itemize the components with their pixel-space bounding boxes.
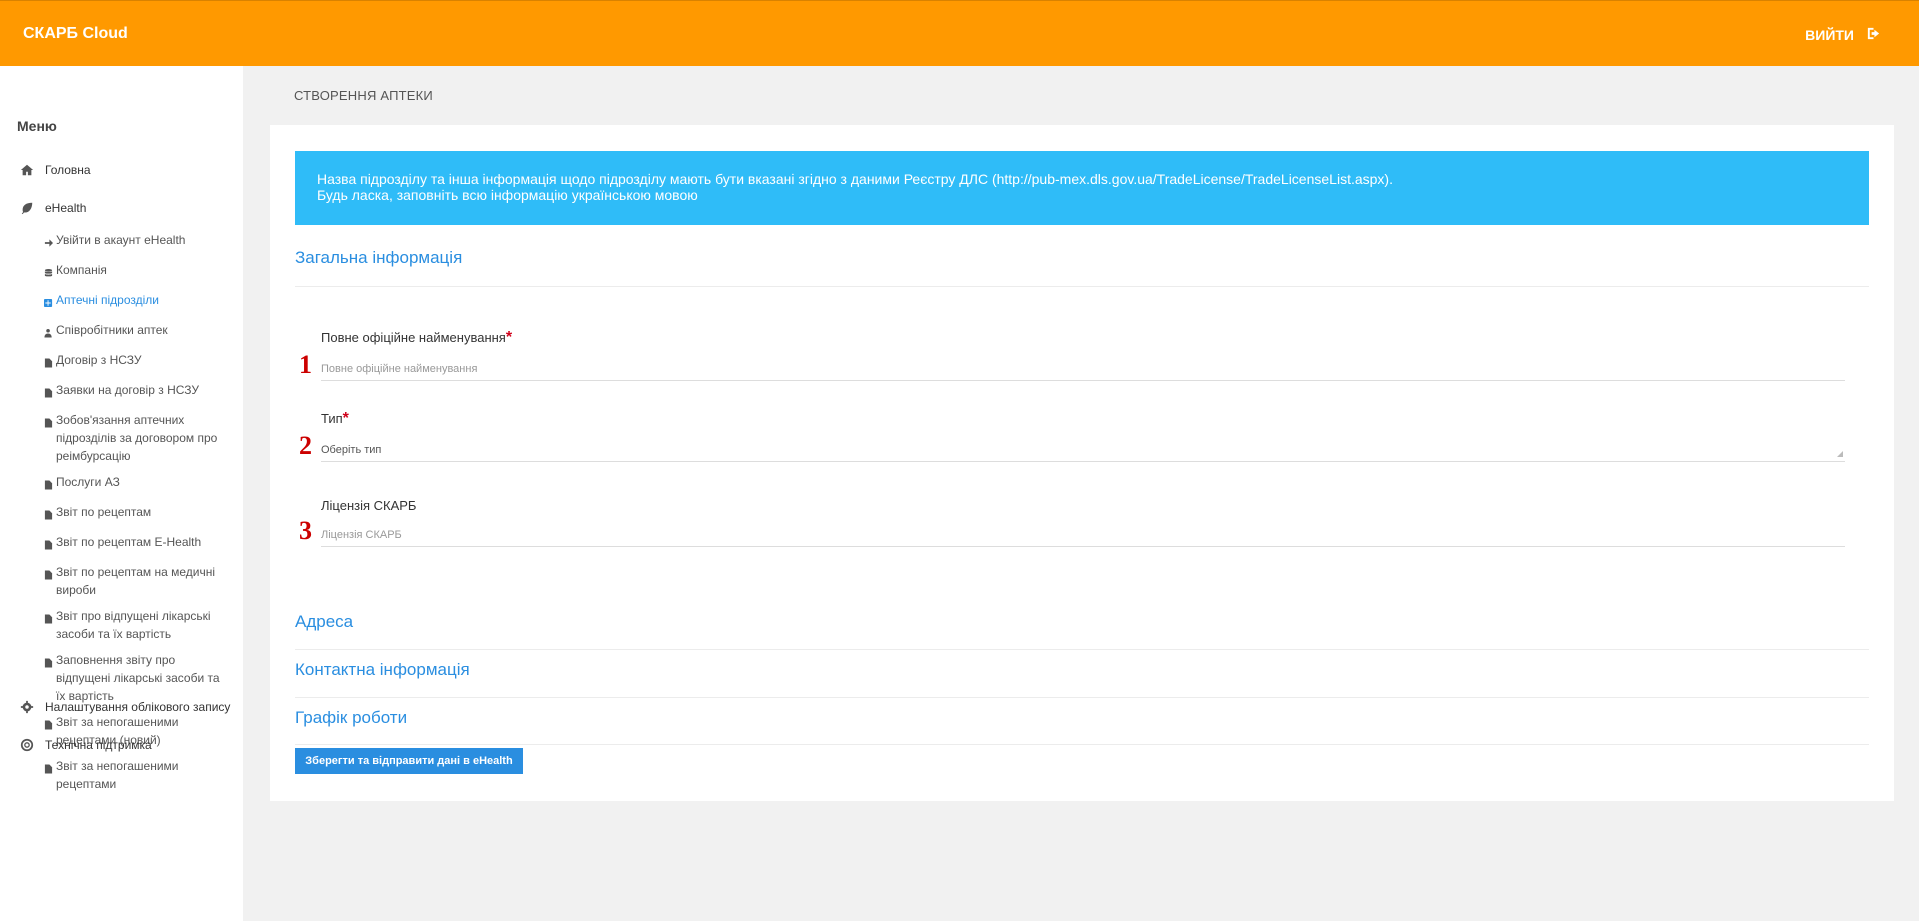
sidebar-item-home[interactable]: Головна xyxy=(0,151,243,189)
main-card: Назва підрозділу та інша інформація щодо… xyxy=(270,125,1894,801)
required-mark: * xyxy=(342,410,349,427)
file-icon xyxy=(44,415,55,465)
field-license-label: Ліцензія СКАРБ xyxy=(321,498,417,513)
sidebar-subitem-label: Заявки на договір з НСЗУ xyxy=(56,383,199,397)
sidebar-subitem[interactable]: Співробітники аптек xyxy=(44,317,223,347)
sidebar-bottom: Налаштування облікового запису Технічна … xyxy=(0,688,243,764)
database-icon xyxy=(44,265,55,283)
logout-button[interactable]: вийти xyxy=(1805,26,1881,44)
divider xyxy=(295,286,1869,287)
required-mark: * xyxy=(505,329,513,346)
user-md-icon xyxy=(44,325,55,343)
sidebar-subitem[interactable]: Заявки на договір з НСЗУ xyxy=(44,377,223,407)
info-text-line2: Будь ласка, заповніть всю інформацію укр… xyxy=(317,187,698,203)
home-icon xyxy=(20,163,34,177)
file-icon xyxy=(44,355,55,373)
sidebar-subitem[interactable]: Компанія xyxy=(44,257,223,287)
sidebar-title: Меню xyxy=(17,118,57,134)
life-ring-icon xyxy=(20,738,34,752)
license-input[interactable] xyxy=(321,523,1845,547)
section-schedule[interactable]: Графік роботи xyxy=(295,708,407,728)
file-icon xyxy=(44,477,55,495)
field-name-label-text: Повне офіційне найменування xyxy=(321,330,506,345)
sidebar-subitem-label: Аптечні підрозділи xyxy=(56,293,160,307)
marker-2: 2 xyxy=(299,431,312,460)
sign-out-icon xyxy=(1866,26,1881,44)
section-address[interactable]: Адреса xyxy=(295,612,353,632)
file-icon xyxy=(44,507,55,525)
sidebar-subitem[interactable]: Договір з НСЗУ xyxy=(44,347,223,377)
sidebar-item-support[interactable]: Технічна підтримка xyxy=(0,726,243,764)
field-type-label-text: Тип xyxy=(321,411,343,426)
sign-in-icon xyxy=(44,235,55,253)
sidebar-item-label: Налаштування облікового запису xyxy=(45,700,231,714)
section-contacts[interactable]: Контактна інформація xyxy=(295,660,470,680)
file-icon xyxy=(44,611,55,643)
sidebar-item-label: Головна xyxy=(45,163,91,177)
sidebar-subitem-label: Зобов'язання аптечних підрозділів за дог… xyxy=(56,413,218,463)
sidebar-subitem-label: Компанія xyxy=(56,263,107,277)
file-icon xyxy=(44,761,55,793)
sidebar-subitem-label: Співробітники аптек xyxy=(56,323,168,337)
divider xyxy=(295,744,1869,745)
sidebar-subitem[interactable]: Звіт по рецептам на медичні вироби xyxy=(44,559,223,603)
logout-label: вийти xyxy=(1805,27,1854,43)
sidebar-subitem[interactable]: Звіт про відпущені лікарські засоби та ї… xyxy=(44,603,223,647)
leaf-icon xyxy=(20,201,34,215)
sidebar-subitem-label: Звіт по рецептам E-Health xyxy=(56,535,202,549)
resize-handle-icon xyxy=(1837,451,1843,457)
sidebar-subitem[interactable]: Зобов'язання аптечних підрозділів за дог… xyxy=(44,407,223,469)
sidebar-item-label: eHealth xyxy=(45,201,87,215)
sidebar-subitem-label: Увійти в акаунт eHealth xyxy=(56,233,186,247)
save-send-button[interactable]: Зберегти та відправити дані в eHealth xyxy=(295,748,523,774)
sidebar-subitem-label: Звіт по рецептам на медичні вироби xyxy=(56,565,216,597)
sidebar-subitem[interactable]: Аптечні підрозділи xyxy=(44,287,223,317)
sidebar-subitem-label: Договір з НСЗУ xyxy=(56,353,142,367)
divider xyxy=(295,697,1869,698)
file-icon xyxy=(44,537,55,555)
divider xyxy=(295,649,1869,650)
sidebar-subitem[interactable]: Увійти в акаунт eHealth xyxy=(44,227,223,257)
sidebar-subitem[interactable]: Звіт по рецептам xyxy=(44,499,223,529)
top-bar: СКАРБ Cloud вийти xyxy=(0,0,1919,66)
sidebar-subitem-label: Звіт про відпущені лікарські засоби та ї… xyxy=(56,609,211,641)
info-text-line1: Назва підрозділу та інша інформація щодо… xyxy=(317,171,1393,187)
sidebar-item-label: Технічна підтримка xyxy=(45,738,152,752)
sidebar-item-settings[interactable]: Налаштування облікового запису xyxy=(0,688,243,726)
sidebar-subitem[interactable]: Звіт по рецептам E-Health xyxy=(44,529,223,559)
sidebar-subitem-label: Звіт по рецептам xyxy=(56,505,152,519)
info-banner: Назва підрозділу та інша інформація щодо… xyxy=(295,151,1869,225)
section-general-info[interactable]: Загальна інформація xyxy=(295,248,462,268)
field-name-label: Повне офіційне найменування* xyxy=(321,329,512,347)
plus-square-icon xyxy=(44,295,55,313)
gear-icon xyxy=(20,700,34,714)
page-title: СТВОРЕННЯ АПТЕКИ xyxy=(294,88,433,103)
type-select[interactable]: Оберіть тип xyxy=(321,438,1845,462)
type-select-value: Оберіть тип xyxy=(321,444,382,456)
brand-logo[interactable]: СКАРБ Cloud xyxy=(23,25,128,43)
full-name-input[interactable] xyxy=(321,357,1845,381)
sidebar: Меню Головна eHealth Увійти в акаунт eHe… xyxy=(0,66,243,921)
marker-1: 1 xyxy=(299,350,312,379)
file-icon xyxy=(44,567,55,599)
sidebar-subitem[interactable]: Послуги АЗ xyxy=(44,469,223,499)
sidebar-item-ehealth[interactable]: eHealth xyxy=(0,189,243,227)
field-type-label: Тип* xyxy=(321,410,349,428)
file-icon xyxy=(44,385,55,403)
sidebar-subitem-label: Послуги АЗ xyxy=(56,475,120,489)
marker-3: 3 xyxy=(299,516,312,545)
